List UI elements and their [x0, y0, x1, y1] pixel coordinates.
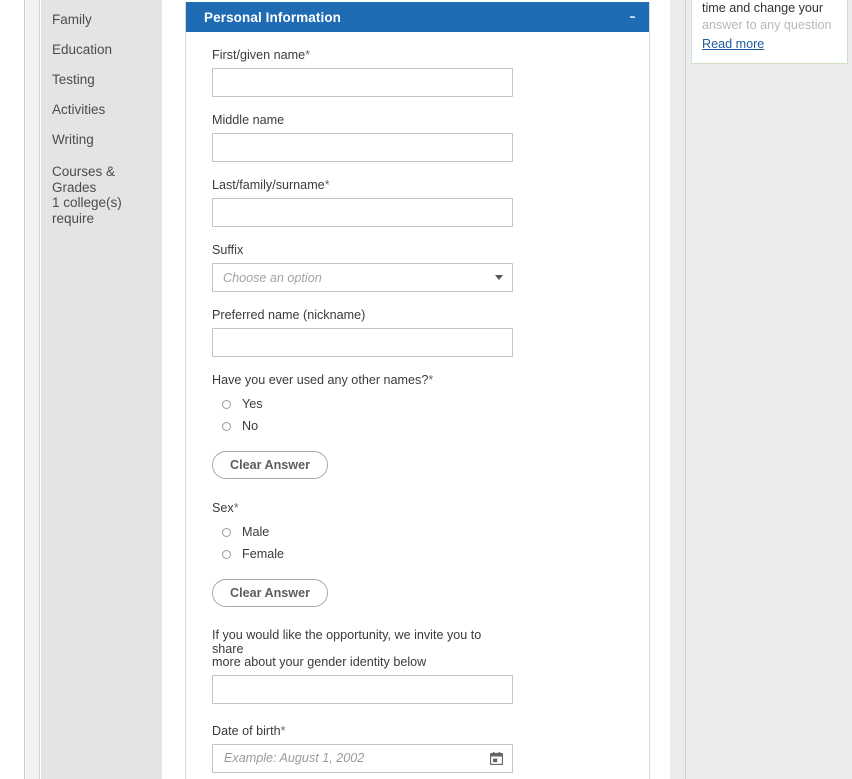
application-page: 棕榈大道 Family Education Testing Activities…	[0, 0, 852, 779]
middle-name-label: Middle name	[212, 113, 285, 127]
sidebar-item-writing[interactable]: Writing	[41, 125, 162, 155]
suffix-select[interactable]: Choose an option	[212, 263, 513, 292]
middle-name-input[interactable]	[212, 133, 513, 162]
field-middle-name: Middle name	[212, 113, 623, 162]
read-more-link[interactable]: Read more	[702, 36, 764, 54]
sidebar-item-education[interactable]: Education	[41, 35, 162, 65]
gender-identity-input[interactable]	[212, 674, 513, 704]
date-of-birth-placeholder: Example: August 1, 2002	[224, 751, 365, 765]
sex-option-male[interactable]: Male	[212, 521, 623, 543]
sex-option-female[interactable]: Female	[212, 543, 623, 565]
sidebar-item-testing[interactable]: Testing	[41, 65, 162, 95]
first-name-input[interactable]	[212, 68, 513, 97]
other-names-option-no[interactable]: No	[212, 415, 623, 437]
other-names-label: Have you ever used any other names?*	[212, 373, 434, 387]
sidebar-item-courses-line2: Grades	[52, 179, 97, 195]
browser-left-edge	[0, 0, 25, 779]
sidebar-item-activities[interactable]: Activities	[41, 95, 162, 125]
page-scrollbar-track[interactable]	[26, 0, 40, 779]
help-line-4: time and change your	[702, 0, 824, 15]
panel-header[interactable]: Personal Information ‐	[186, 2, 649, 32]
radio-icon	[222, 527, 231, 537]
sex-female-label: Female	[242, 547, 284, 561]
date-of-birth-label: Date of birth*	[212, 723, 286, 738]
help-line-5: answer to any question	[702, 18, 832, 32]
field-preferred-name: Preferred name (nickname)	[212, 308, 623, 357]
sidebar-item-courses-line1: Courses &	[52, 164, 116, 179]
preferred-name-input[interactable]	[212, 328, 513, 357]
personal-information-panel: Personal Information ‐ First/given name*…	[185, 2, 650, 779]
field-date-of-birth: Date of birth* Example: August 1, 2002	[212, 724, 623, 779]
clear-answer-button-other-names[interactable]: Clear Answer	[212, 451, 328, 479]
help-tooltip-box: can I change some of my answers? You can…	[691, 0, 848, 64]
field-gender-identity: If you would like the opportunity, we in…	[212, 628, 623, 704]
panel-body: First/given name* Middle name Last/famil…	[186, 32, 649, 779]
field-suffix: Suffix Choose an option	[212, 243, 623, 292]
suffix-label: Suffix	[212, 243, 244, 257]
right-divider	[685, 0, 686, 779]
other-names-yes-label: Yes	[242, 397, 263, 411]
panel-title: Personal Information	[204, 9, 342, 25]
calendar-icon[interactable]	[490, 751, 503, 765]
gender-identity-label: If you would like the opportunity, we in…	[212, 628, 512, 670]
chevron-up-icon[interactable]: ‐	[629, 9, 636, 24]
sex-male-label: Male	[242, 525, 270, 539]
first-name-label: First/given name*	[212, 48, 310, 62]
radio-icon	[222, 421, 231, 431]
other-names-option-yes[interactable]: Yes	[212, 393, 623, 415]
application-sidebar-nav[interactable]: Family Education Testing Activities Writ…	[41, 0, 162, 779]
field-first-name: First/given name*	[212, 48, 623, 97]
chevron-down-icon	[495, 275, 503, 280]
other-names-no-label: No	[242, 419, 259, 433]
clear-answer-button-sex[interactable]: Clear Answer	[212, 579, 328, 607]
field-last-name: Last/family/surname*	[212, 178, 623, 227]
field-sex: Sex* Male Female Clear Answer	[212, 501, 623, 607]
radio-icon	[222, 399, 231, 409]
gender-identity-label-line1: If you would like the opportunity, we in…	[212, 628, 482, 656]
last-name-input[interactable]	[212, 198, 513, 227]
field-other-names: Have you ever used any other names?* Yes…	[212, 373, 623, 479]
date-of-birth-input[interactable]: Example: August 1, 2002	[212, 743, 513, 773]
sidebar-item-courses-line4: require	[52, 210, 95, 226]
gender-identity-label-line2: more about your gender identity below	[212, 655, 427, 669]
preferred-name-label: Preferred name (nickname)	[212, 308, 366, 322]
sidebar-item-courses-line3: 1 college(s)	[52, 195, 122, 210]
suffix-select-value: Choose an option	[223, 270, 322, 285]
sidebar-item-courses-grades[interactable]: Courses & Grades 1 college(s) require	[41, 155, 162, 226]
sidebar-item-family[interactable]: Family	[41, 5, 162, 35]
right-gutter	[670, 0, 852, 779]
sex-label: Sex*	[212, 501, 239, 515]
last-name-label: Last/family/surname*	[212, 178, 330, 192]
radio-icon	[222, 549, 231, 559]
